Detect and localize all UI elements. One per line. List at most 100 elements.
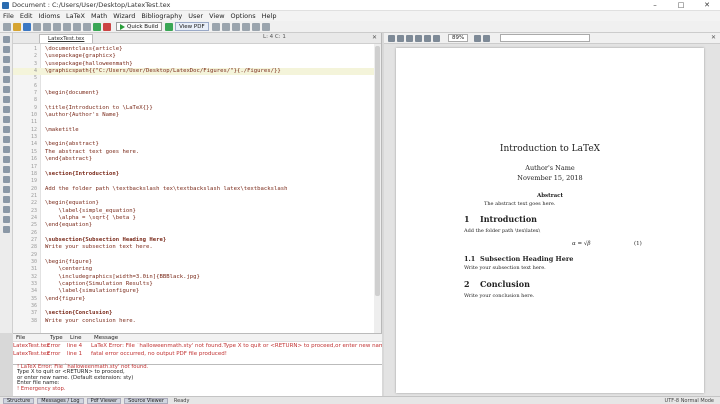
copy-icon[interactable] [73, 22, 81, 31]
align-center-icon[interactable] [251, 22, 260, 31]
structure-tab[interactable]: Structure [3, 397, 35, 404]
close-tab-icon[interactable]: ✕ [372, 34, 377, 41]
greek-icon[interactable] [3, 86, 10, 93]
pdf-viewer-tab[interactable]: Pdf Viewer [86, 397, 122, 404]
bold-icon[interactable] [211, 22, 220, 31]
source-viewer-tab[interactable]: Source Viewer [124, 397, 168, 404]
left-right-icon[interactable] [3, 156, 10, 163]
zoom-out-icon[interactable] [433, 34, 440, 42]
align-right-icon[interactable] [261, 22, 270, 31]
menu-options[interactable]: Options [231, 12, 256, 20]
menu-math[interactable]: Math [91, 12, 107, 20]
code-line[interactable]: 7 \begin{document} [13, 90, 381, 97]
pdf-search-input[interactable] [500, 34, 591, 42]
code-line[interactable]: 33 \caption{Simulation Results} [13, 281, 381, 288]
col-type[interactable]: Type [47, 335, 67, 341]
code-line[interactable]: 11 [13, 119, 381, 126]
zoom-in-icon[interactable] [424, 34, 431, 42]
code-line[interactable]: 16 \end{abstract} [13, 156, 381, 163]
open-file-icon[interactable] [13, 22, 21, 31]
code-area[interactable]: 1 \documentclass{article} 2 \usepackage{gra… [13, 44, 381, 333]
code-line[interactable]: 37 \section{Conclusion} [13, 310, 381, 317]
code-line[interactable]: 27 \subsection{Subsection Heading Here} [13, 237, 381, 244]
code-line[interactable]: 38 Write your conclusion here. [13, 318, 381, 325]
code-line[interactable]: 32 \includegraphics[width=3.0in]{BBBlack… [13, 274, 381, 281]
pstricks-icon[interactable] [3, 146, 10, 153]
message-row[interactable]: LatexTest.tex Error line 1 fatal error o… [13, 350, 382, 358]
code-line[interactable]: 17 [13, 164, 381, 171]
metapost-icon[interactable] [3, 116, 10, 123]
pdf-first-page-icon[interactable] [388, 34, 395, 42]
foreign-icon[interactable] [3, 186, 10, 193]
code-line[interactable]: 6 [13, 83, 381, 90]
undo-icon[interactable] [43, 22, 51, 31]
pdf-page[interactable]: Introduction to LaTeX Author's Name Nove… [396, 48, 704, 393]
underline-icon[interactable] [231, 22, 240, 31]
scroll-thumb[interactable] [375, 46, 380, 296]
code-line[interactable]: 10 \author{Author's Name} [13, 112, 381, 119]
code-line[interactable]: 20 Add the folder path \textbackslash tex… [13, 186, 381, 193]
close-button[interactable]: ✕ [694, 1, 720, 9]
paste-icon[interactable] [83, 22, 91, 31]
pdf-next-page-icon[interactable] [406, 34, 413, 42]
spell-check-icon[interactable] [93, 22, 101, 31]
menu-file[interactable]: File [3, 12, 14, 20]
code-line[interactable]: 1 \documentclass{article} [13, 46, 381, 53]
zoom-select[interactable]: 89% [448, 34, 469, 42]
code-line[interactable]: 28 Write your subsection text here. [13, 244, 381, 251]
menu-edit[interactable]: Edit [20, 12, 33, 20]
stop-icon[interactable] [103, 22, 111, 31]
maximize-button[interactable]: □ [668, 1, 694, 9]
view-pdf-button[interactable]: View PDF [175, 22, 209, 31]
code-line[interactable]: 23 \label{simple_equation} [13, 208, 381, 215]
delimiter-icon[interactable] [3, 76, 10, 83]
menu-view[interactable]: View [209, 12, 224, 20]
col-file[interactable]: File [13, 335, 47, 341]
editor-scrollbar[interactable] [374, 44, 381, 333]
italic-icon[interactable] [221, 22, 230, 31]
code-line[interactable]: 22 \begin{equation} [13, 200, 381, 207]
code-line[interactable]: 14 \begin{abstract} [13, 141, 381, 148]
favorites-icon[interactable] [3, 106, 10, 113]
code-line[interactable]: 29 [13, 252, 381, 259]
code-line[interactable]: 30 \begin{figure} [13, 259, 381, 266]
tikz-icon[interactable] [3, 126, 10, 133]
col-line[interactable]: Line [67, 335, 91, 341]
menu-help[interactable]: Help [262, 12, 277, 20]
code-line[interactable]: 21 [13, 193, 381, 200]
fit-icon[interactable] [474, 34, 482, 42]
align-left-icon[interactable] [241, 22, 250, 31]
code-line[interactable]: 13 [13, 134, 381, 141]
compile-icon[interactable] [165, 22, 174, 31]
code-line[interactable]: 15 The abstract text goes here. [13, 149, 381, 156]
menu-latex[interactable]: LaTeX [66, 12, 85, 20]
cut-icon[interactable] [63, 22, 71, 31]
message-row[interactable]: LatexTest.tex Error line 4 LaTeX Error: … [13, 342, 382, 350]
quick-build-button[interactable]: Quick Build [116, 22, 163, 31]
close-file-icon[interactable] [33, 22, 41, 31]
print-icon[interactable] [483, 34, 491, 42]
menu-wizard[interactable]: Wizard [113, 12, 135, 20]
pdf-close-icon[interactable]: ✕ [711, 34, 716, 41]
symbols-icon[interactable] [3, 206, 10, 213]
arrow-icon[interactable] [3, 56, 10, 63]
bookmark-icon[interactable] [3, 226, 10, 233]
misc-icon[interactable] [3, 196, 10, 203]
code-line[interactable]: 25 \end{equation} [13, 222, 381, 229]
menu-idioms[interactable]: Idioms [38, 12, 60, 20]
code-line[interactable]: 24 \alpha = \sqrt{ \beta } [13, 215, 381, 222]
most-used-icon[interactable] [3, 96, 10, 103]
code-line[interactable]: 4 \graphicspath{{"C:/Users/User/Desktop/L… [13, 68, 381, 76]
code-line[interactable]: 36 [13, 303, 381, 310]
code-line[interactable]: 3 \usepackage{halloweenmath} [13, 61, 381, 68]
code-line[interactable]: 34 \label{simulationfigure} [13, 288, 381, 295]
code-line[interactable]: 9 \title{Introduction to \LaTeX{}} [13, 105, 381, 112]
code-line[interactable]: 12 \maketitle [13, 127, 381, 134]
pdf-last-page-icon[interactable] [415, 34, 422, 42]
messages-log-tab[interactable]: Messages / Log [37, 397, 84, 404]
col-message[interactable]: Message [91, 335, 382, 341]
relation-icon[interactable] [3, 46, 10, 53]
menu-bibliography[interactable]: Bibliography [141, 12, 182, 20]
minimize-button[interactable]: – [642, 1, 668, 9]
code-line[interactable]: 35 \end{figure} [13, 296, 381, 303]
